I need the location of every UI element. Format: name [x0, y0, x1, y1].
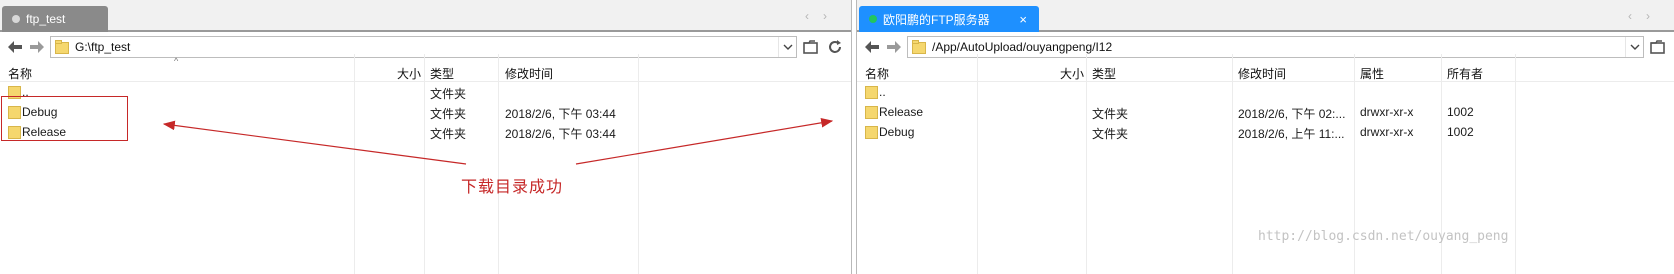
tab-title: ftp_test — [26, 12, 66, 26]
list-item[interactable]: .. — [857, 82, 1674, 102]
folder-icon — [865, 126, 878, 139]
watermark: http://blog.csdn.net/ouyang_peng — [1258, 229, 1509, 244]
highlight-box — [1, 96, 128, 141]
chevron-down-icon[interactable] — [778, 37, 796, 57]
list-item[interactable]: Debug 文件夹 2018/2/6, 上午 11:... drwxr-xr-x… — [857, 122, 1674, 142]
file-type: 文件夹 — [1092, 127, 1129, 141]
tab-title: 欧阳鹏的FTP服务器 — [883, 12, 990, 27]
column-divider[interactable] — [354, 54, 355, 274]
file-modified: 2018/2/6, 下午 02:... — [1238, 107, 1346, 121]
forward-arrow-icon[interactable] — [885, 38, 903, 56]
tab-scroll-controls: ‹› — [1628, 9, 1664, 23]
column-owner[interactable]: 所有者 — [1447, 65, 1483, 82]
folder-icon — [865, 86, 878, 99]
remote-path-text: /App/AutoUpload/ouyangpeng/I12 — [932, 40, 1113, 54]
forward-arrow-icon[interactable] — [28, 38, 46, 56]
local-column-header: ^ 名称 大小 类型 修改时间 — [0, 56, 851, 82]
column-modified[interactable]: 修改时间 — [505, 65, 553, 82]
file-modified: 2018/2/6, 下午 03:44 — [505, 107, 616, 121]
back-arrow-icon[interactable] — [6, 38, 24, 56]
column-type[interactable]: 类型 — [430, 65, 454, 82]
close-icon[interactable]: × — [1019, 13, 1027, 26]
tab-scroll-left-icon[interactable]: ‹ — [1628, 9, 1646, 23]
file-type: 文件夹 — [430, 107, 467, 121]
tab-scroll-controls: ‹› — [805, 9, 841, 23]
list-item[interactable]: Release 文件夹 2018/2/6, 下午 02:... drwxr-xr… — [857, 102, 1674, 122]
column-name[interactable]: 名称 — [865, 65, 889, 82]
folder-icon — [912, 40, 926, 54]
tab-scroll-right-icon[interactable]: › — [823, 9, 841, 23]
column-divider[interactable] — [977, 54, 978, 274]
local-tab-bar: ftp_test ‹› — [0, 0, 851, 32]
file-type: 文件夹 — [430, 87, 467, 101]
tab-scroll-left-icon[interactable]: ‹ — [805, 9, 823, 23]
new-folder-icon[interactable] — [1648, 37, 1668, 57]
file-owner: 1002 — [1447, 105, 1474, 119]
refresh-icon[interactable] — [825, 37, 845, 57]
annotation-text: 下载目录成功 — [461, 179, 564, 196]
tab-scroll-right-icon[interactable]: › — [1646, 9, 1664, 23]
column-divider[interactable] — [1086, 54, 1087, 274]
column-name[interactable]: 名称 — [8, 65, 32, 82]
column-divider[interactable] — [498, 54, 499, 274]
file-attributes: drwxr-xr-x — [1360, 125, 1414, 139]
folder-icon — [55, 40, 69, 54]
column-attributes[interactable]: 属性 — [1360, 65, 1384, 82]
file-type: 文件夹 — [430, 127, 467, 141]
file-name: Debug — [879, 125, 915, 139]
remote-file-list: .. Release 文件夹 2018/2/6, 下午 02:... drwxr… — [857, 82, 1674, 142]
column-divider[interactable] — [424, 54, 425, 274]
file-type: 文件夹 — [1092, 107, 1129, 121]
tab-remote[interactable]: 欧阳鹏的FTP服务器 × — [859, 6, 1039, 32]
file-name: Release — [879, 105, 924, 119]
column-type[interactable]: 类型 — [1092, 65, 1116, 82]
tab-status-icon — [12, 15, 20, 23]
remote-column-header: 名称 大小 类型 修改时间 属性 所有者 — [857, 62, 1674, 82]
remote-path-field[interactable]: /App/AutoUpload/ouyangpeng/I12 — [907, 36, 1644, 58]
file-modified: 2018/2/6, 上午 11:... — [1238, 127, 1345, 141]
back-arrow-icon[interactable] — [863, 38, 881, 56]
folder-icon — [865, 106, 878, 119]
local-toolbar: G:\ftp_test — [0, 32, 851, 62]
remote-toolbar: /App/AutoUpload/ouyangpeng/I12 — [857, 32, 1674, 62]
sort-ascending-icon: ^ — [174, 56, 179, 66]
file-modified: 2018/2/6, 下午 03:44 — [505, 127, 616, 141]
file-owner: 1002 — [1447, 125, 1474, 139]
remote-tab-bar: 欧阳鹏的FTP服务器 × ‹› — [857, 0, 1674, 32]
column-divider[interactable] — [638, 54, 639, 274]
column-size[interactable]: 大小 — [1060, 65, 1084, 82]
tab-local[interactable]: ftp_test — [2, 6, 108, 32]
column-size[interactable]: 大小 — [397, 65, 421, 82]
chevron-down-icon[interactable] — [1625, 37, 1643, 57]
connected-status-icon — [869, 15, 877, 23]
column-divider[interactable] — [1232, 54, 1233, 274]
file-attributes: drwxr-xr-x — [1360, 105, 1414, 119]
column-divider[interactable] — [1515, 54, 1516, 274]
local-path-text: G:\ftp_test — [75, 40, 131, 54]
column-modified[interactable]: 修改时间 — [1238, 65, 1286, 82]
file-name: .. — [879, 85, 886, 99]
new-folder-icon[interactable] — [801, 37, 821, 57]
